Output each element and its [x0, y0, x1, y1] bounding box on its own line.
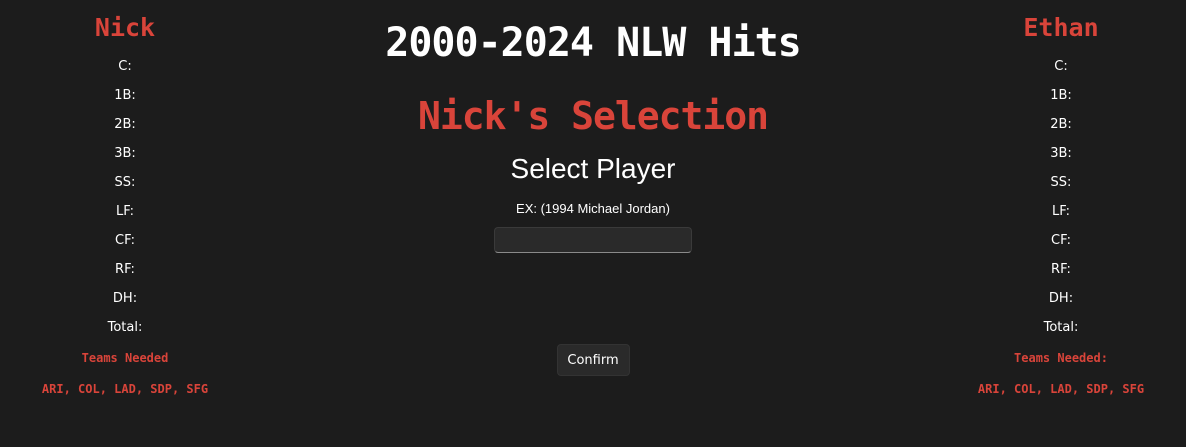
right-position-1b: 1B:	[1050, 88, 1072, 103]
left-player-panel: Nick C: 1B: 2B: 3B: SS: LF: CF: RF: DH: …	[0, 0, 250, 397]
right-position-c: C:	[1054, 59, 1068, 74]
right-positions-list: C: 1B: 2B: 3B: SS: LF: CF: RF: DH: Total…	[936, 52, 1186, 342]
right-position-2b: 2B:	[1050, 117, 1072, 132]
right-position-3b: 3B:	[1050, 146, 1072, 161]
right-player-name: Ethan	[1023, 13, 1099, 42]
confirm-button[interactable]: Confirm	[556, 344, 630, 376]
player-search-input[interactable]	[494, 227, 692, 253]
left-position-dh: DH:	[112, 291, 138, 306]
right-position-dh: DH:	[1048, 291, 1074, 306]
left-position-1b: 1B:	[114, 88, 136, 103]
left-position-3b: 3B:	[114, 146, 136, 161]
left-position-2b: 2B:	[114, 117, 136, 132]
right-position-rf: RF:	[1051, 262, 1071, 277]
current-selection-title: Nick's Selection	[417, 94, 769, 138]
left-teams-needed-label: Teams Needed	[81, 351, 169, 365]
left-position-lf: LF:	[115, 204, 135, 219]
app-page: Nick C: 1B: 2B: 3B: SS: LF: CF: RF: DH: …	[0, 0, 1186, 447]
right-position-ss: SS:	[1050, 175, 1072, 190]
page-title: 2000-2024 NLW Hits	[385, 20, 801, 66]
right-teams-needed-label: Teams Needed:	[1014, 351, 1108, 365]
left-total: Total:	[107, 320, 143, 335]
selection-panel: 2000-2024 NLW Hits Nick's Selection Sele…	[250, 0, 936, 376]
left-position-cf: CF:	[115, 233, 135, 248]
left-teams-needed-list: ARI, COL, LAD, SDP, SFG	[41, 382, 209, 396]
left-player-name: Nick	[94, 13, 156, 42]
select-player-heading: Select Player	[510, 153, 676, 184]
left-position-c: C:	[118, 59, 132, 74]
example-hint: EX: (1994 Michael Jordan)	[516, 201, 670, 216]
right-player-panel: Ethan C: 1B: 2B: 3B: SS: LF: CF: RF: DH:…	[936, 0, 1186, 397]
left-position-ss: SS:	[114, 175, 136, 190]
left-position-rf: RF:	[115, 262, 135, 277]
right-teams-needed-list: ARI, COL, LAD, SDP, SFG	[977, 382, 1145, 396]
right-position-lf: LF:	[1051, 204, 1071, 219]
right-position-cf: CF:	[1051, 233, 1071, 248]
left-positions-list: C: 1B: 2B: 3B: SS: LF: CF: RF: DH: Total…	[0, 52, 250, 342]
right-total: Total:	[1043, 320, 1079, 335]
